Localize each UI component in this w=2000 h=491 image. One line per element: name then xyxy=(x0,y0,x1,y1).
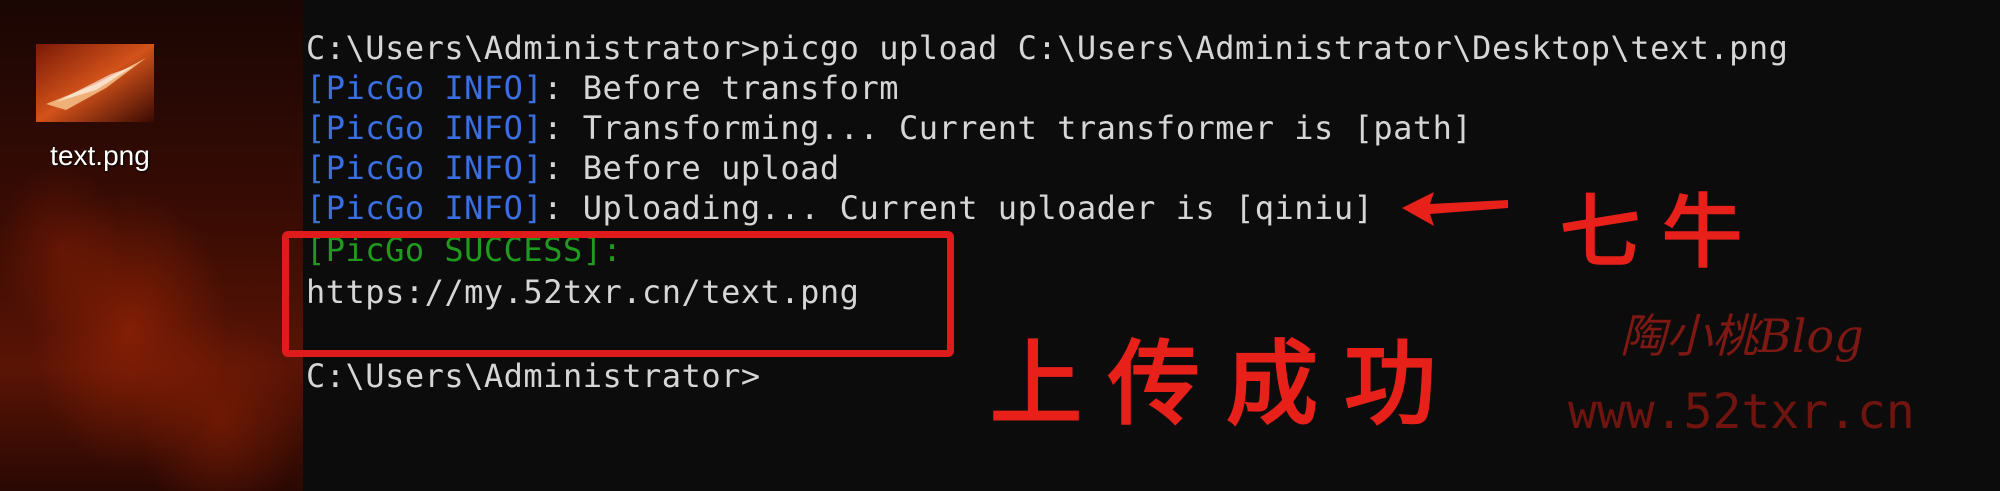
watermark-name: 陶小桃Blog xyxy=(1620,309,1864,363)
watermark-url: www.52txr.cn xyxy=(1568,384,1915,440)
uploader-annotation: 七牛 xyxy=(1560,185,1764,279)
info-tag: [PicGo INFO] xyxy=(306,109,544,147)
desktop-wallpaper: text.png xyxy=(0,0,303,491)
arrow-left-icon xyxy=(1402,192,1508,226)
info-tag: [PicGo INFO] xyxy=(306,149,544,187)
command-line: C:\Users\Administrator>picgo upload C:\U… xyxy=(306,29,1789,67)
log-line: [PicGo INFO]: Transforming... Current tr… xyxy=(306,108,1472,148)
log-line: [PicGo INFO]: Before upload xyxy=(306,148,840,188)
log-line: [PicGo INFO]: Uploading... Current uploa… xyxy=(306,188,1373,228)
command-prompt[interactable]: C:\Users\Administrator> xyxy=(306,356,761,396)
file-name-label[interactable]: text.png xyxy=(20,140,180,172)
screenshot-frame: text.png C:\Users\Administrator>picgo up… xyxy=(0,0,2000,491)
log-message: : Transforming... Current transformer is… xyxy=(543,109,1473,147)
success-annotation: 上传成功 xyxy=(990,330,1463,438)
log-message: : Uploading... Current uploader is [qini… xyxy=(543,189,1374,227)
success-highlight-box xyxy=(282,231,954,357)
log-message: : Before upload xyxy=(543,149,840,187)
log-line: [PicGo INFO]: Before transform xyxy=(306,68,899,108)
image-file-icon[interactable] xyxy=(36,44,154,122)
info-tag: [PicGo INFO] xyxy=(306,69,544,107)
log-message: : Before transform xyxy=(543,69,899,107)
info-tag: [PicGo INFO] xyxy=(306,189,544,227)
